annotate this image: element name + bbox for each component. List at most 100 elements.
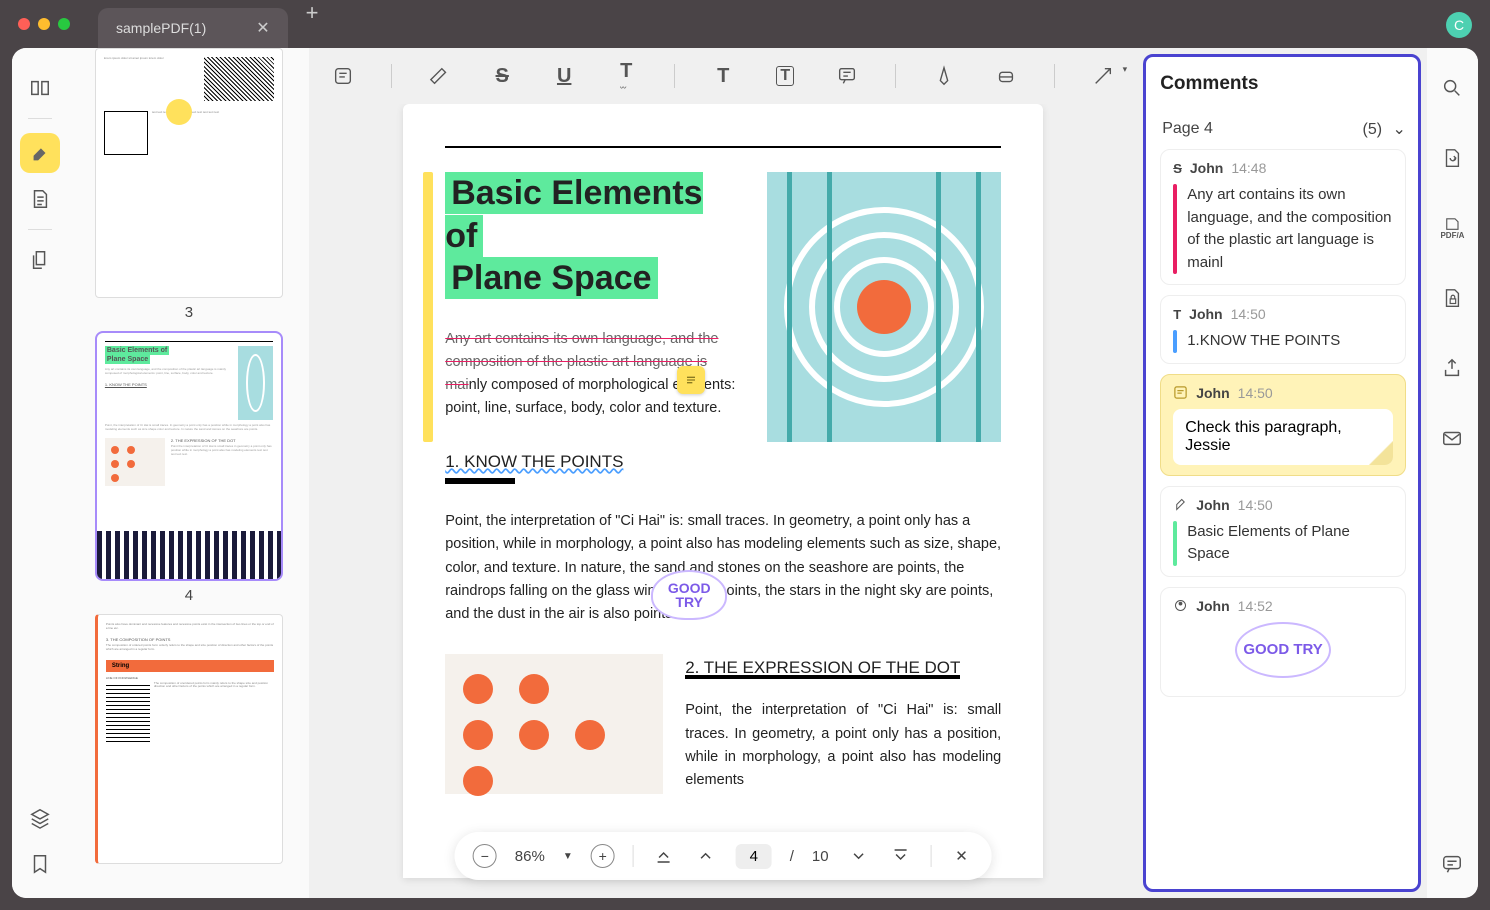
annotate-panel-button[interactable]: [20, 133, 60, 173]
underline-icon: U: [557, 65, 571, 88]
good-try-sticker[interactable]: GOOD TRY: [651, 570, 727, 620]
layers-icon: [29, 807, 51, 829]
freetext-tool[interactable]: T: [709, 62, 737, 90]
zoom-level: 86%: [515, 848, 545, 865]
protect-button[interactable]: [1432, 278, 1472, 318]
note-icon: [332, 65, 354, 87]
pdfa-button[interactable]: PDF/A: [1432, 208, 1472, 248]
comment-body-text: Check this paragraph, Jessie: [1185, 419, 1381, 455]
separator: [633, 845, 634, 867]
highlighter-icon: [29, 142, 51, 164]
separator: [391, 64, 392, 88]
thumbnail-page-5[interactable]: Points also have dominant and recessive …: [95, 614, 283, 864]
first-page-button[interactable]: [652, 844, 676, 868]
close-icon[interactable]: ✕: [256, 18, 269, 38]
search-button[interactable]: [1432, 68, 1472, 108]
email-button[interactable]: [1432, 418, 1472, 458]
pen-tool[interactable]: [930, 62, 958, 90]
squiggly-icon: T〰: [620, 60, 632, 92]
squiggly-tool[interactable]: T〰: [612, 62, 640, 90]
thumbnail-number: 3: [95, 304, 283, 321]
eraser-icon: [995, 65, 1017, 87]
note-icon: [1173, 385, 1188, 400]
zoom-in-button[interactable]: +: [591, 844, 615, 868]
page-rotate-icon: [1441, 147, 1463, 169]
book-open-icon: [29, 77, 51, 99]
window-zoom-icon[interactable]: [58, 18, 70, 30]
toggle-comments-button[interactable]: [1432, 844, 1472, 884]
thumbnail-page-4[interactable]: Basic Elements of Plane Space Any art co…: [95, 331, 283, 604]
highlight-tool[interactable]: [426, 62, 454, 90]
window-close-icon[interactable]: [18, 18, 30, 30]
text-icon: T: [717, 65, 729, 88]
comment-author: John: [1189, 306, 1222, 322]
hero-image: [767, 172, 1001, 442]
tab-document[interactable]: samplePDF(1) ✕: [98, 8, 288, 48]
zoom-out-button[interactable]: −: [473, 844, 497, 868]
thumbnails-panel-button[interactable]: [20, 68, 60, 108]
chevron-down-icon: ⌄: [1393, 121, 1406, 138]
text-icon: T: [1173, 307, 1181, 322]
comment-author: John: [1196, 598, 1229, 614]
textbox-tool[interactable]: T: [771, 62, 799, 90]
annotation-color-mark: [1173, 521, 1177, 566]
textbox-icon: T: [776, 66, 794, 86]
chevron-down-icon: ▾: [1123, 64, 1128, 75]
page-title-line2: Plane Space: [445, 257, 657, 299]
separator: [28, 118, 52, 119]
comment-item[interactable]: S John 14:48 Any art contains its own la…: [1160, 149, 1406, 285]
new-tab-button[interactable]: +: [288, 0, 337, 48]
page-number-input[interactable]: [736, 844, 772, 869]
comments-toggle[interactable]: (5) ⌄: [1363, 119, 1406, 139]
section-2-body: Point, the interpretation of "Ci Hai" is…: [685, 699, 1001, 792]
comment-item[interactable]: John 14:52 GOOD TRY: [1160, 587, 1406, 697]
document-viewer: S U T〰 T T: [309, 48, 1137, 898]
comment-author: John: [1190, 160, 1223, 176]
titlebar: samplePDF(1) ✕ + C: [0, 0, 1490, 48]
callout-tool[interactable]: [833, 62, 861, 90]
tab-title: samplePDF(1): [116, 20, 206, 36]
bookmarks-button[interactable]: [20, 844, 60, 884]
annotation-toolbar: S U T〰 T T: [309, 48, 1137, 104]
search-icon: [1441, 77, 1463, 99]
prev-page-button[interactable]: [694, 844, 718, 868]
comment-item[interactable]: T John 14:50 1.KNOW THE POINTS: [1160, 295, 1406, 364]
highlighter-icon: [1173, 497, 1188, 512]
traffic-lights: [18, 18, 70, 30]
chevrons-down-icon: [892, 847, 910, 865]
note-tool[interactable]: [329, 62, 357, 90]
pages-panel-button[interactable]: [20, 240, 60, 280]
window-minimize-icon[interactable]: [38, 18, 50, 30]
outline-panel-button[interactable]: [20, 179, 60, 219]
eraser-tool[interactable]: [992, 62, 1020, 90]
last-page-button[interactable]: [889, 844, 913, 868]
thumbnail-page-3[interactable]: lorem ipsum dolor sit amet ipsum lorem d…: [95, 48, 283, 321]
app-frame: lorem ipsum dolor sit amet ipsum lorem d…: [12, 48, 1478, 898]
next-page-button[interactable]: [847, 844, 871, 868]
tabs: samplePDF(1) ✕ +: [98, 0, 337, 48]
pages-stack-icon: [29, 249, 51, 271]
comment-item-selected[interactable]: John 14:50 Check this paragraph, Jessie: [1160, 374, 1406, 476]
comment-time: 14:48: [1231, 160, 1266, 176]
share-button[interactable]: [1432, 348, 1472, 388]
zoom-dropdown[interactable]: ▼: [563, 851, 573, 862]
chevrons-up-icon: [655, 847, 673, 865]
heading-underline: [445, 478, 515, 484]
comment-icon: [1441, 853, 1463, 875]
file-lock-icon: [1441, 287, 1463, 309]
page-title-line1: Basic Elements of: [445, 172, 702, 257]
page-scroll-area[interactable]: Basic Elements of Plane Space Any art co…: [309, 104, 1137, 898]
close-statusbar-button[interactable]: ✕: [950, 844, 974, 868]
right-rail: PDF/A: [1427, 48, 1478, 898]
avatar[interactable]: C: [1446, 12, 1472, 38]
thumbnails-panel[interactable]: lorem ipsum dolor sit amet ipsum lorem d…: [69, 48, 310, 898]
strikethrough-tool[interactable]: S: [488, 62, 516, 90]
layers-button[interactable]: [20, 798, 60, 838]
arrow-icon: [1092, 65, 1114, 87]
comment-item[interactable]: John 14:50 Basic Elements of Plane Space: [1160, 486, 1406, 577]
sticky-note-icon[interactable]: [677, 366, 705, 394]
underline-tool[interactable]: U: [550, 62, 578, 90]
rotate-button[interactable]: [1432, 138, 1472, 178]
separator: [895, 64, 896, 88]
shapes-tool[interactable]: ▾: [1089, 62, 1117, 90]
